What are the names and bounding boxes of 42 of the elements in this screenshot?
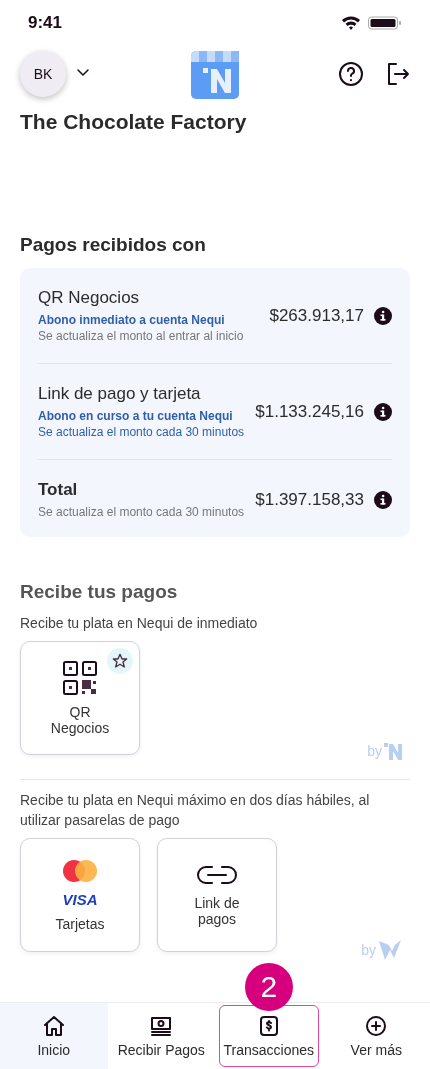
status-time: 9:41	[28, 13, 63, 33]
payment-method: Link de pago y tarjeta	[38, 384, 202, 404]
qr-code-icon	[62, 660, 98, 696]
section-description: Recibe tu plata en Nequi máximo en dos días hábiles, al utilizar pasarelas de pago	[20, 791, 371, 830]
payment-method: Total	[38, 480, 79, 500]
info-icon[interactable]	[374, 490, 392, 509]
info-icon[interactable]	[374, 402, 392, 421]
nav-tab[interactable]: Inicio	[0, 1003, 108, 1069]
info-icon[interactable]	[374, 306, 392, 325]
payment-option[interactable]: Link de pagos	[157, 838, 277, 952]
section-description: Recibe tu plata en Nequi de inmediato	[20, 614, 259, 633]
nav-tab[interactable]: Transacciones	[219, 1005, 319, 1067]
update-note: Se actualiza el monto al entrar al inicio	[38, 329, 245, 343]
plus-circle-icon	[364, 1014, 389, 1038]
provider-logo-icon	[384, 741, 402, 761]
provider-by: by	[361, 942, 376, 958]
payment-method: QR Negocios	[38, 288, 141, 308]
provider-logo-icon	[378, 938, 402, 962]
section-title: Recibe tus pagos	[20, 581, 179, 603]
app-logo-icon	[191, 51, 239, 99]
help-icon	[338, 61, 364, 87]
payment-option[interactable]: QR Negocios	[20, 641, 140, 755]
home-icon	[41, 1014, 66, 1038]
avatar[interactable]: BK	[20, 51, 66, 97]
update-note: Se actualiza el monto cada 30 minutos	[38, 505, 246, 519]
link-icon	[196, 863, 238, 887]
amount: $1.133.245,16	[255, 401, 364, 422]
amount: $263.913,17	[269, 305, 364, 326]
amount: $1.397.158,33	[255, 489, 364, 510]
step-badge: 2	[244, 963, 293, 1011]
battery-icon	[368, 16, 402, 30]
card-brand-text: VISA	[62, 890, 98, 908]
payment-option[interactable]: VISA Tarjetas	[20, 838, 140, 952]
update-note: Se actualiza el monto cada 30 minutos	[38, 425, 246, 439]
card-brand-icon	[62, 858, 98, 883]
business-name: The Chocolate Factory	[20, 110, 248, 134]
payment-note: Abono inmediato a cuenta Nequi	[38, 313, 226, 327]
payment-note: Abono en curso a tu cuenta Nequi	[38, 409, 234, 423]
section-title: Pagos recibidos con	[20, 234, 207, 256]
cash-icon	[149, 1014, 174, 1038]
wifi-icon	[340, 15, 362, 31]
provider-by: by	[367, 743, 382, 759]
